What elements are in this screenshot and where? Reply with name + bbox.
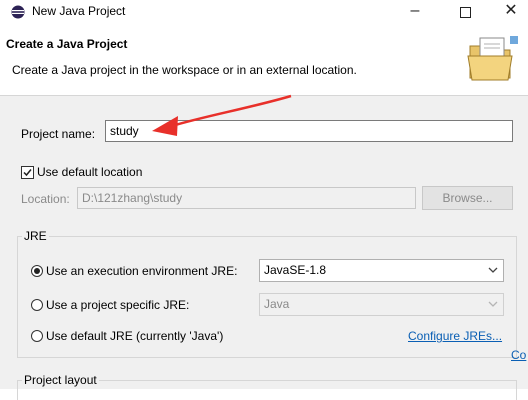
execution-environment-radio[interactable] bbox=[31, 265, 43, 277]
use-default-location-label: Use default location bbox=[37, 165, 143, 179]
browse-button[interactable]: Browse... bbox=[422, 186, 513, 210]
close-button[interactable]: ✕ bbox=[488, 0, 528, 24]
project-layout-group-label: Project layout bbox=[22, 373, 99, 387]
location-input[interactable]: D:\121zhang\study bbox=[77, 187, 416, 209]
minimize-button[interactable]: – bbox=[392, 0, 438, 24]
banner-title: Create a Java Project bbox=[6, 37, 128, 51]
default-jre-radio[interactable] bbox=[31, 330, 43, 342]
checkmark-icon bbox=[23, 169, 32, 177]
project-specific-jre-select[interactable]: Java bbox=[259, 293, 504, 316]
jre-group-label: JRE bbox=[22, 229, 49, 243]
project-specific-jre-value: Java bbox=[264, 297, 290, 311]
banner-description: Create a Java project in the workspace o… bbox=[12, 63, 357, 77]
location-label: Location: bbox=[21, 192, 70, 206]
configure-partial-link[interactable]: Co bbox=[511, 348, 526, 362]
title-bar: New Java Project – ✕ bbox=[0, 0, 528, 24]
window-title: New Java Project bbox=[32, 4, 126, 18]
project-name-label: Project name: bbox=[21, 127, 96, 141]
eclipse-icon bbox=[11, 5, 25, 19]
new-folder-icon bbox=[467, 36, 518, 81]
project-specific-jre-radio[interactable] bbox=[31, 299, 43, 311]
project-specific-jre-label: Use a project specific JRE: bbox=[46, 298, 190, 312]
execution-environment-select[interactable]: JavaSE-1.8 bbox=[259, 259, 504, 282]
maximize-button[interactable] bbox=[442, 0, 488, 24]
maximize-icon bbox=[459, 7, 471, 18]
wizard-banner: Create a Java Project Create a Java proj… bbox=[0, 24, 528, 96]
chevron-down-icon bbox=[488, 267, 498, 273]
configure-jres-link[interactable]: Configure JREs... bbox=[408, 329, 502, 343]
use-default-location-checkbox[interactable] bbox=[21, 166, 34, 179]
default-jre-label: Use default JRE (currently 'Java') bbox=[46, 329, 224, 343]
project-name-input[interactable]: study bbox=[105, 120, 513, 142]
chevron-down-icon bbox=[488, 301, 498, 307]
execution-environment-label: Use an execution environment JRE: bbox=[46, 264, 238, 278]
execution-environment-value: JavaSE-1.8 bbox=[264, 263, 327, 277]
